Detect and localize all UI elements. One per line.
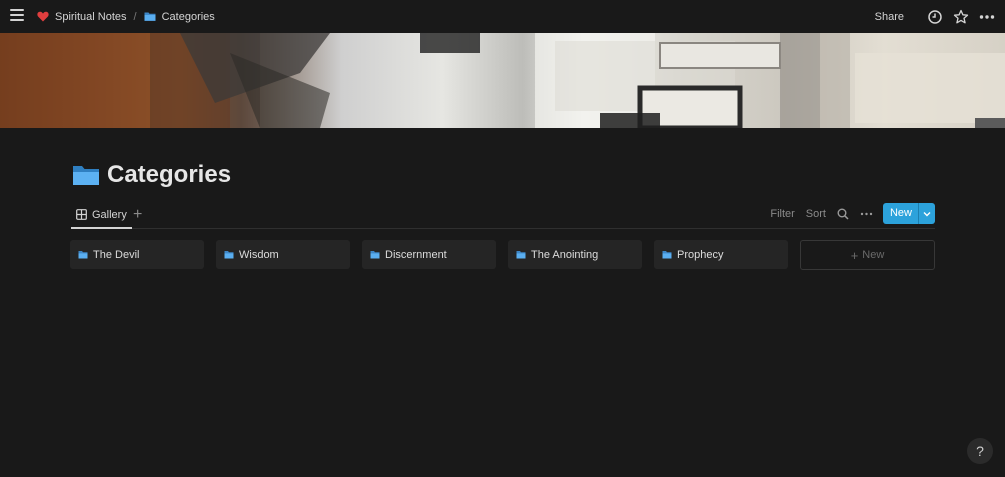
search-icon[interactable] — [837, 208, 849, 220]
card-title: Prophecy — [677, 248, 724, 261]
add-view-button[interactable]: + — [133, 206, 142, 224]
gallery-card[interactable]: Discernment — [362, 240, 496, 269]
breadcrumb-label: Categories — [161, 10, 215, 23]
breadcrumb-separator: / — [133, 10, 137, 23]
tab-label: Gallery — [92, 208, 127, 221]
view-tools: Filter Sort New — [759, 203, 935, 224]
cover-image — [0, 33, 1005, 128]
top-actions: Share — [875, 0, 995, 33]
card-title: The Devil — [93, 248, 140, 261]
breadcrumb-categories[interactable]: Categories — [144, 11, 215, 23]
tab-gallery[interactable]: Gallery — [71, 202, 132, 229]
gallery: The Devil Wisdom Discernment The Anointi… — [70, 240, 936, 270]
page-title-text[interactable]: Categories — [107, 161, 231, 189]
breadcrumb: Spiritual Notes / Categories — [37, 0, 215, 33]
page-title: Categories — [72, 161, 231, 189]
breadcrumb-label: Spiritual Notes — [55, 10, 127, 23]
new-button-label[interactable]: New — [883, 203, 918, 224]
clock-icon[interactable] — [927, 9, 943, 25]
top-bar: Spiritual Notes / Categories Share — [0, 0, 1005, 33]
folder-icon — [662, 251, 672, 259]
plus-icon: + — [850, 247, 859, 263]
breadcrumb-spiritual-notes[interactable]: Spiritual Notes — [37, 11, 127, 23]
share-button[interactable]: Share — [875, 11, 904, 23]
filter-button[interactable]: Filter — [770, 208, 794, 220]
view-bar: Gallery + Filter Sort New — [71, 202, 935, 229]
folder-icon — [516, 251, 526, 259]
card-title: Discernment — [385, 248, 447, 261]
more-icon[interactable] — [979, 9, 995, 25]
folder-icon — [78, 251, 88, 259]
cover-art — [0, 33, 1005, 128]
gallery-card[interactable]: The Anointing — [508, 240, 642, 269]
card-title: Wisdom — [239, 248, 279, 261]
card-title: The Anointing — [531, 248, 599, 261]
new-card-label: New — [862, 249, 885, 261]
help-button[interactable]: ? — [967, 438, 993, 464]
new-card-button[interactable]: + New — [800, 240, 935, 270]
chevron-down-icon — [923, 211, 931, 216]
gallery-icon — [76, 209, 87, 220]
gallery-card[interactable]: Prophecy — [654, 240, 788, 269]
folder-icon — [224, 251, 234, 259]
folder-icon — [144, 12, 156, 21]
new-button[interactable]: New — [882, 203, 935, 224]
new-dropdown[interactable] — [918, 203, 935, 224]
gallery-card[interactable]: The Devil — [70, 240, 204, 269]
star-icon[interactable] — [953, 9, 969, 25]
sort-button[interactable]: Sort — [806, 208, 826, 220]
heart-icon — [37, 11, 49, 22]
folder-icon — [370, 251, 380, 259]
folder-icon[interactable] — [72, 163, 100, 187]
more-icon[interactable] — [860, 208, 873, 220]
menu-icon[interactable] — [10, 9, 24, 23]
gallery-card[interactable]: Wisdom — [216, 240, 350, 269]
